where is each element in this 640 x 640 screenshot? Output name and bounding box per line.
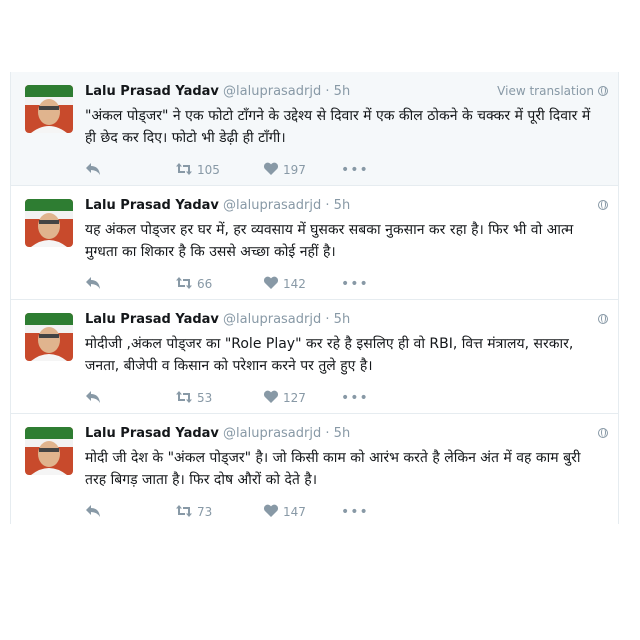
tweet-header: Lalu Prasad Yadav @laluprasadrjd · 5h <box>85 312 578 330</box>
author-name[interactable]: Lalu Prasad Yadav <box>85 426 219 441</box>
avatar[interactable] <box>25 85 73 133</box>
tweet-text: मोदी जी देश के "अंकल पोड्जर" है। जो किसी… <box>85 450 581 488</box>
globe-icon[interactable] <box>598 428 608 438</box>
retweet-count: 66 <box>197 277 213 291</box>
more-icon[interactable]: ••• <box>341 162 369 178</box>
tweet-text: यह अंकल पोड्जर हर घर में, हर व्यवसाय में… <box>85 222 574 260</box>
tweet-text: "अंकल पोड्जर" ने एक फोटो टाँगने के उद्दे… <box>85 108 591 146</box>
retweet-count: 53 <box>197 391 213 405</box>
author-name[interactable]: Lalu Prasad Yadav <box>85 312 219 327</box>
avatar[interactable] <box>25 313 73 361</box>
retweet-icon[interactable] <box>175 162 193 178</box>
like-count: 147 <box>283 505 306 519</box>
tweet-card[interactable]: Lalu Prasad Yadav @laluprasadrjd · 5h मो… <box>11 414 618 524</box>
more-icon[interactable]: ••• <box>341 390 369 406</box>
retweet-icon[interactable] <box>175 390 193 406</box>
tweet-timeline: Lalu Prasad Yadav @laluprasadrjd · 5h Vi… <box>10 72 619 524</box>
separator: · <box>325 84 330 99</box>
retweet-count: 73 <box>197 505 213 519</box>
timestamp[interactable]: 5h <box>334 426 351 441</box>
reply-icon[interactable] <box>85 390 101 406</box>
more-icon[interactable]: ••• <box>341 504 369 520</box>
author-handle[interactable]: @laluprasadrjd <box>223 198 321 213</box>
reply-icon[interactable] <box>85 162 101 178</box>
author-name[interactable]: Lalu Prasad Yadav <box>85 198 219 213</box>
author-handle[interactable]: @laluprasadrjd <box>223 84 321 99</box>
tweet-card[interactable]: Lalu Prasad Yadav @laluprasadrjd · 5h मो… <box>11 300 618 414</box>
retweet-icon[interactable] <box>175 276 193 292</box>
view-translation-link[interactable]: View translation <box>497 84 594 98</box>
heart-icon[interactable] <box>263 390 279 406</box>
retweet-count: 105 <box>197 163 220 177</box>
tweet-text: मोदीजी ,अंकल पोड्जर का "Role Play" कर रह… <box>85 336 574 374</box>
tweet-card[interactable]: Lalu Prasad Yadav @laluprasadrjd · 5h Vi… <box>11 72 618 186</box>
retweet-icon[interactable] <box>175 504 193 520</box>
timestamp[interactable]: 5h <box>334 198 351 213</box>
timestamp[interactable]: 5h <box>334 312 351 327</box>
separator: · <box>325 198 330 213</box>
tweet-header: Lalu Prasad Yadav @laluprasadrjd · 5h <box>85 426 578 444</box>
tweet-header: Lalu Prasad Yadav @laluprasadrjd · 5h <box>85 198 578 216</box>
more-icon[interactable]: ••• <box>341 276 369 292</box>
like-count: 127 <box>283 391 306 405</box>
author-handle[interactable]: @laluprasadrjd <box>223 426 321 441</box>
heart-icon[interactable] <box>263 276 279 292</box>
separator: · <box>325 426 330 441</box>
tweet-card[interactable]: Lalu Prasad Yadav @laluprasadrjd · 5h यह… <box>11 186 618 300</box>
heart-icon[interactable] <box>263 162 279 178</box>
avatar[interactable] <box>25 427 73 475</box>
timestamp[interactable]: 5h <box>334 84 351 99</box>
author-handle[interactable]: @laluprasadrjd <box>223 312 321 327</box>
globe-icon[interactable] <box>598 86 608 96</box>
avatar[interactable] <box>25 199 73 247</box>
globe-icon[interactable] <box>598 200 608 210</box>
like-count: 142 <box>283 277 306 291</box>
reply-icon[interactable] <box>85 276 101 292</box>
reply-icon[interactable] <box>85 504 101 520</box>
like-count: 197 <box>283 163 306 177</box>
globe-icon[interactable] <box>598 314 608 324</box>
separator: · <box>325 312 330 327</box>
author-name[interactable]: Lalu Prasad Yadav <box>85 84 219 99</box>
heart-icon[interactable] <box>263 504 279 520</box>
